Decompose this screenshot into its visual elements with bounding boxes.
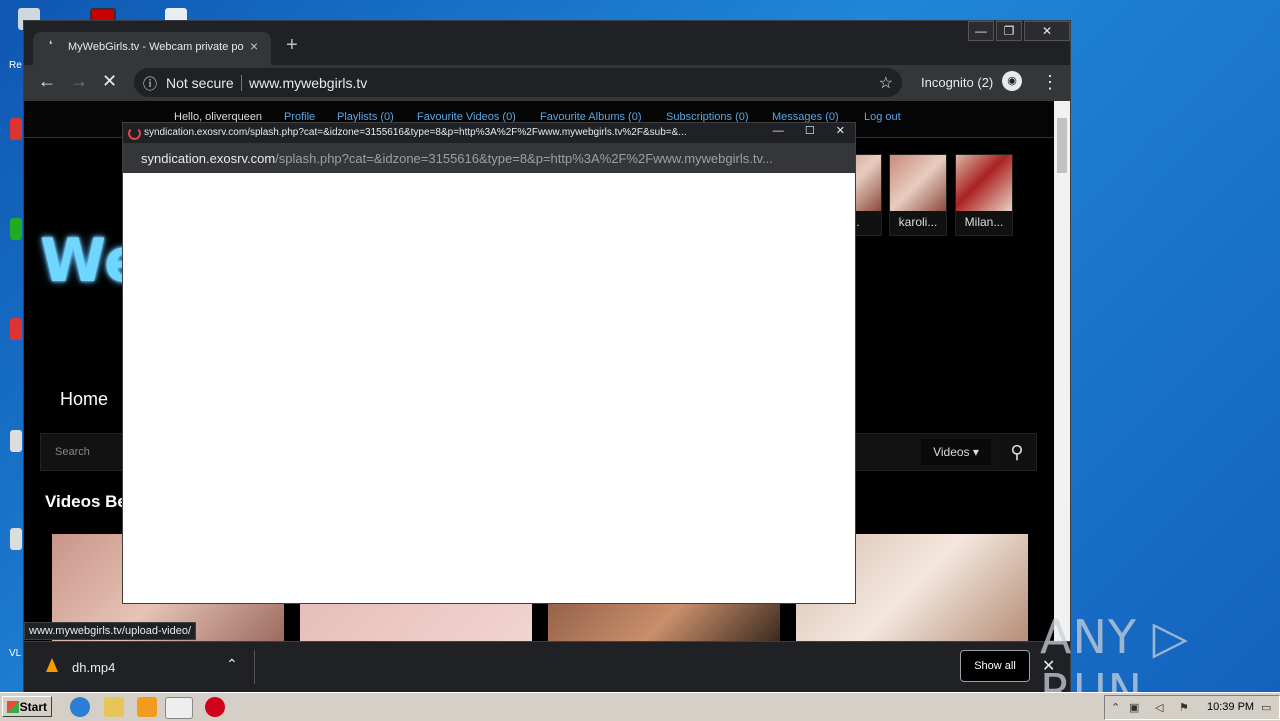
scroll-thumb[interactable] [1057,118,1067,173]
search-input[interactable]: Search [55,446,90,458]
nav-logout[interactable]: Log out [864,111,901,123]
flag-icon[interactable]: ⚑ [1179,701,1189,714]
address-bar[interactable]: ⓘ Not secure www.mywebgirls.tv ☆ [134,68,902,97]
popup-url-domain: syndication.exosrv.com [141,151,276,166]
tab-close-icon[interactable]: × [250,38,258,54]
tab-title: MyWebGirls.tv - Webcam private por [68,41,244,53]
security-status[interactable]: Not secure [166,75,234,91]
search-type-select[interactable]: Videos ▾ [921,439,991,465]
popup-close-button[interactable]: ✕ [836,125,845,137]
page-scrollbar[interactable] [1054,101,1070,641]
vlc-file-icon [46,658,58,672]
model-card[interactable]: karoli... [889,154,947,236]
model-name: karoli... [898,215,938,229]
popup-maximize-button[interactable]: ☐ [805,125,815,137]
clock[interactable]: 10:39 PM [1207,701,1254,713]
incognito-label[interactable]: Incognito (2) [921,75,993,90]
loading-icon: ❛ [49,40,53,51]
model-name: Milan... [964,215,1004,229]
windows-logo-icon [7,701,19,713]
loading-spinner-icon [128,127,141,140]
desktop-app-icon[interactable] [10,118,22,140]
network-icon[interactable]: ▣ [1129,701,1139,714]
info-icon[interactable]: ⓘ [143,74,157,94]
system-tray: ⌃ ▣ ◁ ⚑ 10:39 PM ▭ [1104,695,1280,720]
chrome-taskbar-icon[interactable] [165,697,193,719]
maximize-button[interactable]: ❐ [996,21,1022,41]
popup-url: syndication.exosrv.com/splash.php?cat=&i… [141,151,773,166]
media-player-icon[interactable] [137,697,157,717]
nav-home[interactable]: Home [60,389,108,410]
opera-icon[interactable] [205,697,225,717]
chevron-up-icon[interactable]: ⌃ [226,656,238,673]
status-url: www.mywebgirls.tv/upload-video/ [24,622,197,640]
model-image [890,155,946,211]
window-controls: — ❐ ✕ [966,21,1070,41]
tray-expand-icon[interactable]: ⌃ [1111,701,1120,714]
show-all-button[interactable]: Show all [960,650,1030,682]
popup-url-path: /splash.php?cat=&idzone=3155616&type=8&p… [275,151,773,166]
desktop-label: VL [9,648,22,659]
desktop-label: Re [9,60,22,71]
divider [254,650,255,684]
tab-mywebgirls[interactable]: ❛ MyWebGirls.tv - Webcam private por × [33,32,271,65]
desktop-app-icon[interactable] [10,218,22,240]
download-bar: dh.mp4 ⌃ Show all ✕ [24,641,1070,692]
popup-title: syndication.exosrv.com/splash.php?cat=&i… [144,127,687,138]
desktop-app-icon[interactable] [10,430,22,452]
start-label: Start [19,700,47,714]
desktop-app-icon[interactable] [10,528,22,550]
bookmark-star-icon[interactable]: ☆ [879,73,893,93]
divider [241,75,242,91]
popup-title-bar: syndication.exosrv.com/splash.php?cat=&i… [123,123,855,143]
popup-minimize-button[interactable]: — [773,125,784,137]
back-button[interactable]: ← [38,71,56,92]
download-file-name[interactable]: dh.mp4 [72,660,115,675]
menu-icon[interactable]: ⋮ [1041,72,1059,93]
stop-loading-button[interactable]: ✕ [102,71,117,92]
minimize-button[interactable]: — [968,21,994,41]
volume-icon[interactable]: ◁ [1155,701,1163,714]
browser-toolbar: ← → ✕ ⓘ Not secure www.mywebgirls.tv ☆ I… [24,65,1070,101]
popup-address-bar[interactable]: syndication.exosrv.com/splash.php?cat=&i… [123,143,855,173]
close-button[interactable]: ✕ [1024,21,1070,41]
file-explorer-icon[interactable] [104,697,124,717]
forward-button[interactable]: → [70,71,88,92]
incognito-icon[interactable]: ◉ [1002,71,1022,91]
show-desktop-icon[interactable]: ▭ [1261,701,1271,714]
url-text[interactable]: www.mywebgirls.tv [249,75,367,91]
section-title: Videos Be [45,492,127,511]
search-icon[interactable]: ⚲ [998,434,1036,470]
new-tab-button[interactable]: + [286,34,298,57]
model-image [956,155,1012,211]
tab-strip: ❛ MyWebGirls.tv - Webcam private por × +… [24,21,1070,65]
desktop-app-icon[interactable] [10,318,22,340]
internet-explorer-icon[interactable] [70,697,90,717]
model-card[interactable]: Milan... [955,154,1013,236]
start-button[interactable]: Start [2,696,52,717]
popup-controls: — ☐ ✕ [755,124,845,137]
taskbar: Start ⌃ ▣ ◁ ⚑ 10:39 PM ▭ [0,692,1280,721]
popup-window: syndication.exosrv.com/splash.php?cat=&i… [122,122,856,604]
